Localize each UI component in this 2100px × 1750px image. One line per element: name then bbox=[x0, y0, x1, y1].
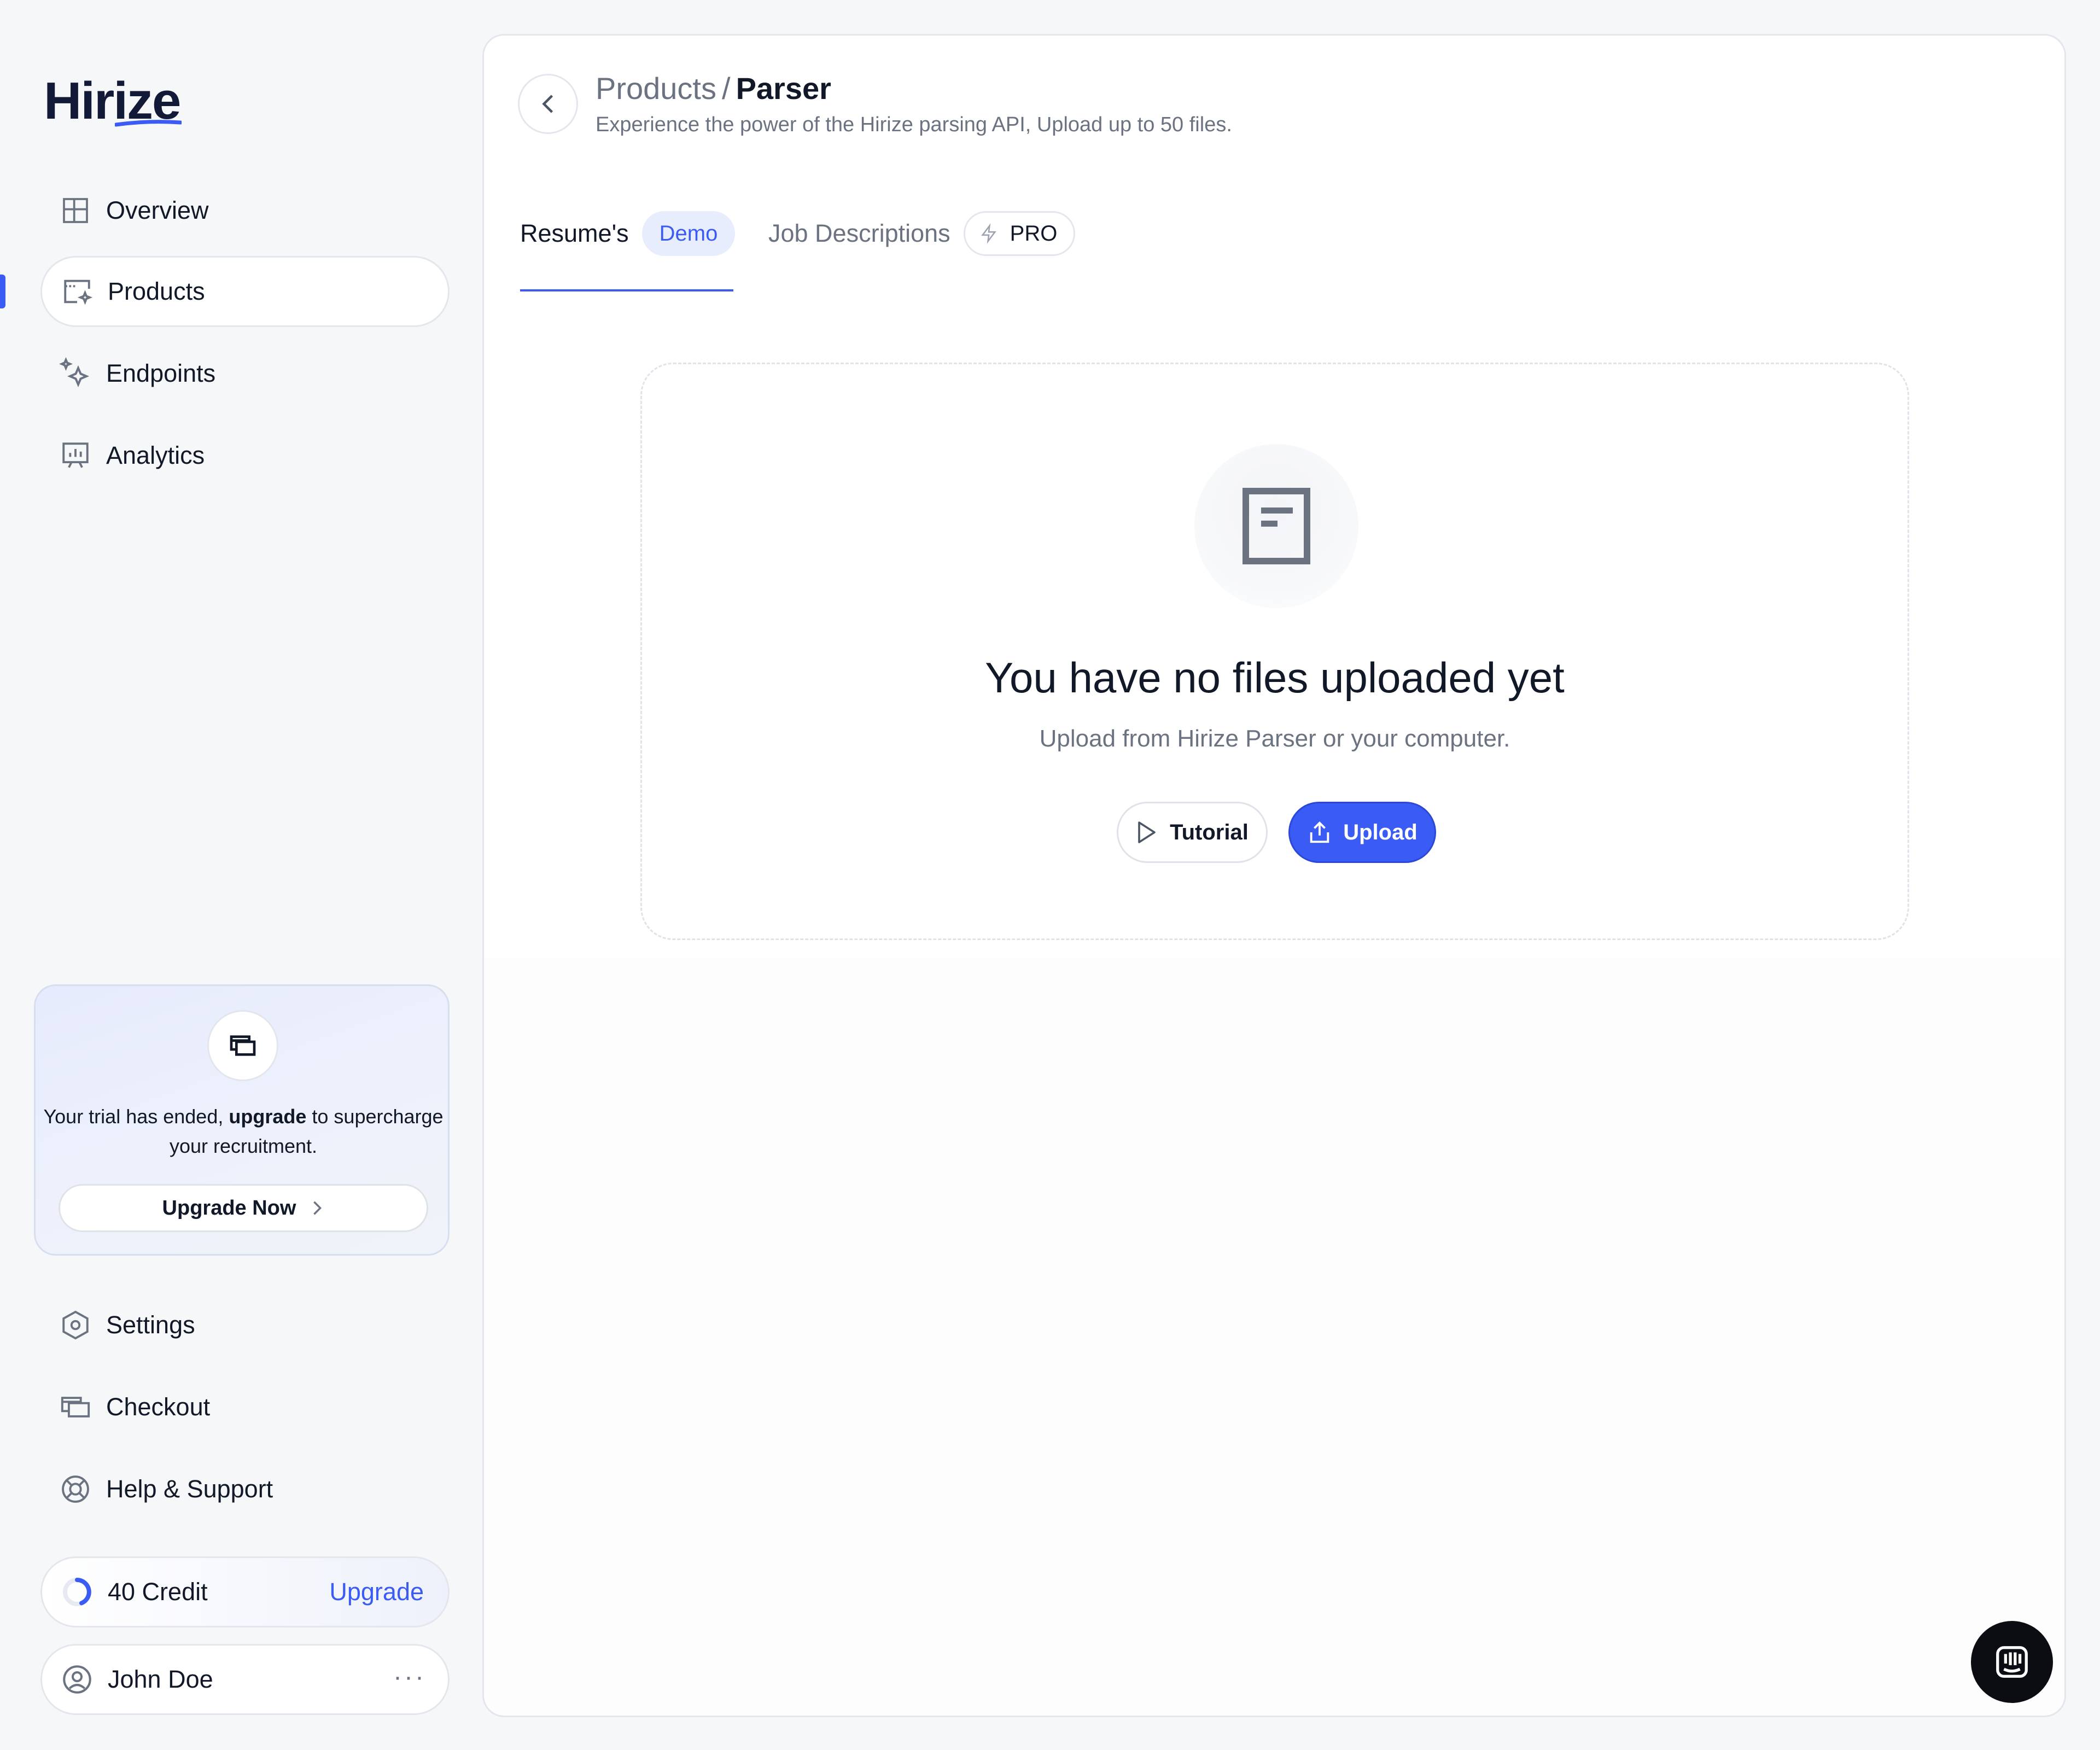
upgrade-now-button[interactable]: Upgrade Now bbox=[59, 1184, 428, 1232]
tab-resumes[interactable]: Resume's Demo bbox=[520, 176, 736, 291]
breadcrumb-separator: / bbox=[722, 71, 731, 106]
logo-underline-mark bbox=[115, 120, 182, 127]
nav-endpoints[interactable]: Endpoints bbox=[40, 338, 450, 409]
upgrade-link[interactable]: Upgrade bbox=[329, 1578, 424, 1606]
chevron-left-icon bbox=[542, 95, 553, 113]
nav-overview[interactable]: Overview bbox=[40, 175, 450, 246]
app-root: Hirize Overview Products Endpoints Analy… bbox=[0, 0, 2100, 1750]
sparkle-icon bbox=[59, 357, 92, 390]
nav-label: Endpoints bbox=[106, 359, 216, 387]
tab-job-descriptions[interactable]: Job Descriptions PRO bbox=[768, 176, 1076, 291]
nav-label: Overview bbox=[106, 196, 209, 224]
breadcrumb: Products / Parser bbox=[596, 71, 831, 106]
user-name: John Doe bbox=[108, 1665, 213, 1693]
chevron-right-icon bbox=[313, 1201, 322, 1215]
credit-progress-ring-icon bbox=[63, 1578, 91, 1606]
lifebuoy-icon bbox=[59, 1473, 92, 1506]
lightning-icon bbox=[981, 223, 996, 244]
active-nav-marker bbox=[0, 275, 5, 308]
upload-icon bbox=[1310, 821, 1329, 843]
empty-state-subtitle: Upload from Hirize Parser or your comput… bbox=[1039, 725, 1510, 752]
user-profile[interactable]: John Doe ··· bbox=[40, 1644, 450, 1715]
play-icon bbox=[1138, 821, 1156, 843]
upgrade-promo-card: Your trial has ended, upgrade to superch… bbox=[34, 984, 450, 1256]
empty-state-title: You have no files uploaded yet bbox=[985, 654, 1565, 702]
nav-settings[interactable]: Settings bbox=[40, 1290, 450, 1361]
user-avatar-icon bbox=[63, 1665, 91, 1694]
nav-label: Products bbox=[108, 277, 205, 305]
tab-bar: Resume's Demo Job Descriptions PRO bbox=[484, 176, 2064, 293]
promo-message: Your trial has ended, upgrade to superch… bbox=[43, 1105, 444, 1157]
nav-products[interactable]: Products bbox=[40, 256, 450, 327]
page-title: Parser bbox=[736, 71, 831, 106]
upload-button[interactable]: Upload bbox=[1288, 802, 1436, 863]
tutorial-button[interactable]: Tutorial bbox=[1117, 802, 1268, 863]
content-area: You have no files uploaded yet Upload fr… bbox=[484, 291, 2064, 959]
more-options-icon[interactable]: ··· bbox=[393, 1662, 426, 1692]
back-button[interactable] bbox=[518, 74, 578, 134]
nav-help-support[interactable]: Help & Support bbox=[40, 1454, 450, 1525]
credit-pill: 40 Credit Upgrade bbox=[40, 1556, 450, 1628]
main-panel: Products / Parser Experience the power of … bbox=[482, 34, 2066, 1717]
tab-label: Job Descriptions bbox=[768, 219, 950, 247]
page-header: Products / Parser Experience the power of … bbox=[484, 36, 2064, 177]
tab-label: Resume's bbox=[520, 219, 629, 247]
grid-layout-icon bbox=[59, 194, 92, 227]
chat-support-launcher[interactable] bbox=[1971, 1621, 2053, 1703]
document-icon bbox=[1194, 444, 1358, 608]
nav-label: Analytics bbox=[106, 441, 205, 469]
sidebar: Hirize Overview Products Endpoints Analy… bbox=[0, 0, 481, 1750]
nav-label: Help & Support bbox=[106, 1475, 273, 1503]
hexagon-settings-icon bbox=[59, 1309, 92, 1341]
wallet-icon bbox=[207, 1010, 278, 1081]
chat-icon bbox=[1996, 1646, 2028, 1678]
upload-dropzone[interactable]: You have no files uploaded yet Upload fr… bbox=[640, 363, 1909, 940]
products-icon bbox=[61, 275, 94, 308]
credit-label: 40 Credit bbox=[108, 1578, 208, 1606]
page-subtitle: Experience the power of the Hirize parsi… bbox=[596, 113, 1232, 136]
breadcrumb-parent[interactable]: Products bbox=[596, 71, 716, 106]
checkout-icon bbox=[59, 1391, 92, 1424]
nav-analytics[interactable]: Analytics bbox=[40, 420, 450, 491]
chart-board-icon bbox=[59, 439, 92, 472]
pro-badge: PRO bbox=[963, 211, 1076, 256]
demo-badge: Demo bbox=[641, 211, 736, 256]
nav-label: Checkout bbox=[106, 1393, 211, 1421]
nav-checkout[interactable]: Checkout bbox=[40, 1372, 450, 1443]
nav-label: Settings bbox=[106, 1311, 195, 1339]
